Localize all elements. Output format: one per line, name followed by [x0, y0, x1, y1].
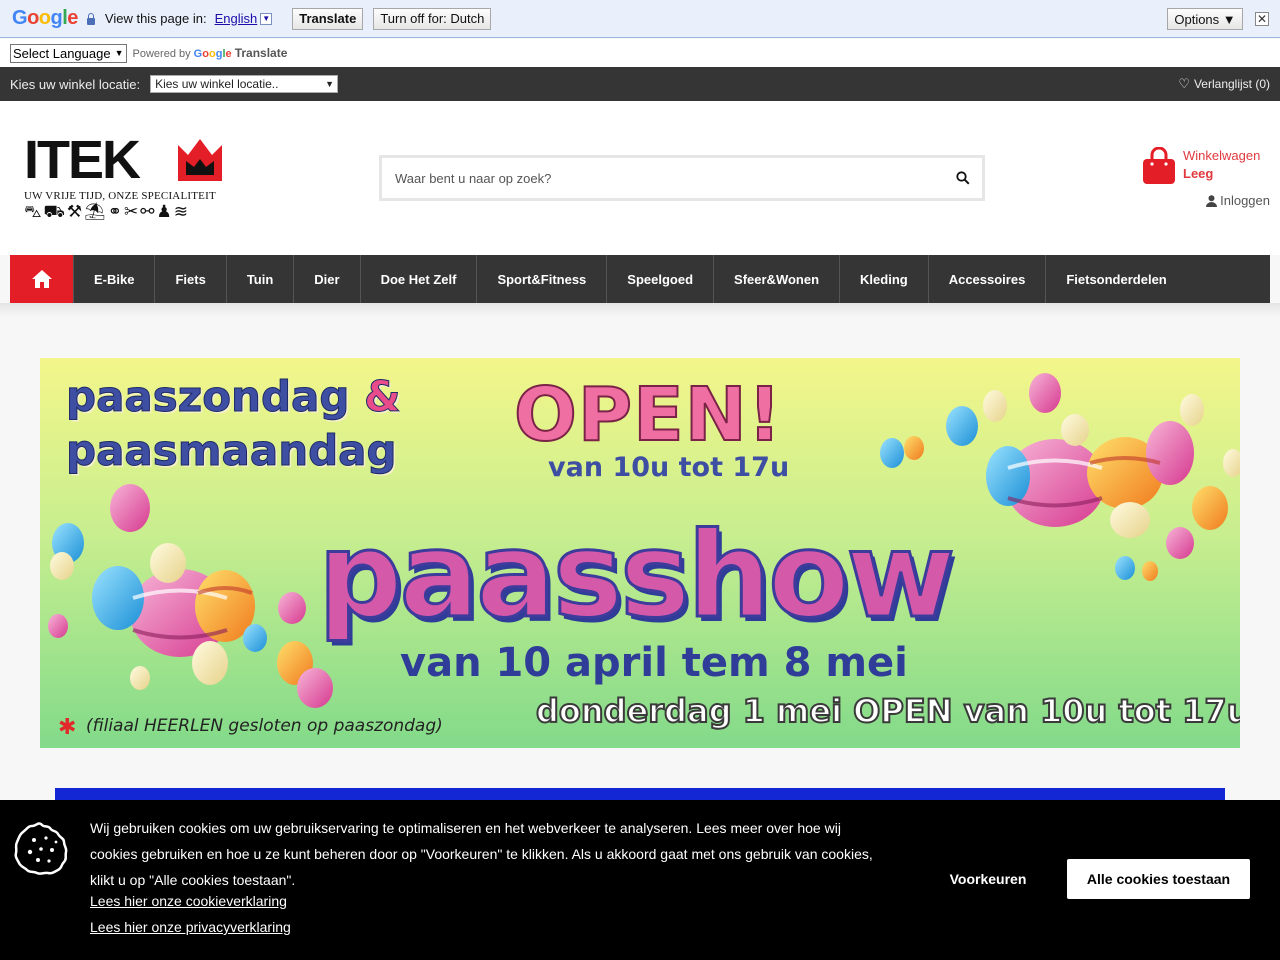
- lock-icon: [86, 12, 96, 25]
- translate-button[interactable]: Translate: [292, 7, 364, 30]
- cart-label: Winkelwagen: [1183, 148, 1261, 163]
- nav-item-fietsonderdelen[interactable]: Fietsonderdelen: [1045, 255, 1186, 303]
- itek-logo[interactable]: ITEK UW VRIJE TIJD, ONZE SPECIALITEIT ⛍ …: [24, 130, 229, 225]
- options-button[interactable]: Options ▼: [1167, 8, 1243, 30]
- accept-all-cookies-button[interactable]: Alle cookies toestaan: [1067, 859, 1250, 899]
- logo-tagline: UW VRIJE TIJD, ONZE SPECIALITEIT: [24, 190, 216, 202]
- select-language-value: Select Language: [13, 45, 111, 61]
- nav-item-e-bike[interactable]: E-Bike: [73, 255, 154, 303]
- heart-icon: ♡: [1178, 76, 1190, 91]
- home-icon: [31, 270, 52, 288]
- nav-item-fiets[interactable]: Fiets: [154, 255, 225, 303]
- banner-dates: van 10 april tem 8 mei: [400, 640, 908, 686]
- banner-open-text: OPEN!: [513, 371, 783, 459]
- login-text: Inloggen: [1220, 193, 1270, 208]
- main-nav: E-Bike Fiets Tuin Dier Doe Het Zelf Spor…: [10, 255, 1270, 303]
- nav-item-kleding[interactable]: Kleding: [839, 255, 928, 303]
- nav-item-tuin[interactable]: Tuin: [225, 255, 293, 303]
- banner-line-paasmaandag: paasmaandag: [66, 426, 398, 476]
- search-input[interactable]: [382, 170, 944, 186]
- cookie-statement-link[interactable]: Lees hier onze cookieverklaring: [90, 893, 287, 909]
- search-box: [379, 155, 985, 201]
- store-location-value: Kies uw winkel locatie..: [155, 77, 279, 91]
- cookie-icon: [14, 822, 68, 875]
- google-translate-bar: Google View this page in: English ▼ Tran…: [0, 0, 1280, 38]
- google-logo-small: Google: [193, 48, 232, 60]
- language-row: Select Language ▼ Powered by Google Tran…: [0, 39, 1280, 67]
- mower-icon: ⚒: [66, 202, 83, 221]
- powered-by-text: Powered by: [132, 48, 191, 60]
- nav-shadow: [0, 303, 1280, 317]
- chevron-down-icon[interactable]: ▼: [260, 12, 273, 25]
- cart-widget[interactable]: Winkelwagen Leeg: [1140, 145, 1270, 189]
- store-location-label: Kies uw winkel locatie:: [10, 76, 141, 92]
- cookie-message: Wij gebruiken cookies om uw gebruikserva…: [90, 820, 873, 888]
- shopping-bag-icon: [1143, 147, 1175, 184]
- cookie-consent-bar: Wij gebruiken cookies om uw gebruikserva…: [0, 800, 1280, 960]
- translate-word: Translate: [234, 46, 288, 60]
- chevron-down-icon: ▼: [325, 79, 335, 89]
- preferences-button[interactable]: Voorkeuren: [930, 859, 1046, 899]
- asterisk-icon: ✱: [58, 714, 77, 739]
- logo-activity-icons: ⛍ ⛟ ⚒ ⛱ ⚭ ✂ ⚯ ♟ ≋: [24, 203, 188, 221]
- banner-thursday-open: donderdag 1 mei OPEN van 10u tot 17u: [535, 691, 1240, 731]
- parasol-icon: ⛱: [84, 202, 106, 221]
- user-icon: [1206, 194, 1218, 207]
- banner-paaszondag-word: paaszondag: [65, 372, 350, 422]
- wishlist-link[interactable]: ♡ Verlanglijst (0): [1178, 76, 1270, 92]
- bicycle-icon: ⚭: [107, 202, 123, 221]
- swim-icon: ≋: [173, 202, 189, 221]
- banner-line-paaszondag: paaszondag &: [65, 372, 402, 422]
- cart-status: Leeg: [1183, 166, 1214, 181]
- nav-item-speelgoed[interactable]: Speelgoed: [606, 255, 713, 303]
- view-page-label: View this page in:: [104, 11, 207, 26]
- nav-item-sport-fitness[interactable]: Sport&Fitness: [476, 255, 606, 303]
- language-link[interactable]: English: [215, 11, 258, 26]
- banner-ampersand: &: [364, 372, 402, 422]
- bike-icon: ⚯: [140, 202, 155, 221]
- nav-home[interactable]: [10, 255, 73, 303]
- chevron-down-icon: ▼: [114, 48, 124, 58]
- banner-heerlen-note: (filiaal HEERLEN gesloten op paaszondag): [86, 716, 443, 736]
- site-header: ITEK UW VRIJE TIJD, ONZE SPECIALITEIT ⛍ …: [0, 101, 1280, 255]
- nav-item-dier[interactable]: Dier: [293, 255, 359, 303]
- wishlist-text: Verlanglijst (0): [1193, 77, 1270, 91]
- language-link-text: English: [214, 11, 258, 26]
- banner-paasshow-title: paasshow: [316, 505, 956, 646]
- nav-item-doe-het-zelf[interactable]: Doe Het Zelf: [359, 255, 477, 303]
- search-button[interactable]: [944, 158, 982, 198]
- store-location-select[interactable]: Kies uw winkel locatie.. ▼: [150, 75, 339, 93]
- logo-text: ITEK: [24, 130, 141, 190]
- shirt-icon: ♟: [156, 202, 172, 221]
- search-icon: [956, 171, 970, 185]
- privacy-statement-link[interactable]: Lees hier onze privacyverklaring: [90, 919, 291, 935]
- store-location-bar: Kies uw winkel locatie: Kies uw winkel l…: [0, 67, 1280, 101]
- banner-hours: van 10u tot 17u: [548, 452, 790, 483]
- login-link[interactable]: Inloggen: [1206, 193, 1270, 208]
- powered-by: Powered by Google Translate: [133, 46, 288, 60]
- turn-off-button[interactable]: Turn off for: Dutch: [373, 7, 492, 30]
- select-language-dropdown[interactable]: Select Language ▼: [10, 43, 127, 63]
- tools-icon: ✂: [124, 202, 139, 221]
- stroller-icon: ⛍: [24, 202, 42, 221]
- crown-icon: [178, 139, 222, 181]
- nav-item-sfeer-wonen[interactable]: Sfeer&Wonen: [713, 255, 839, 303]
- close-icon[interactable]: ✕: [1255, 12, 1269, 26]
- easter-banner[interactable]: paaszondag & paasmaandag OPEN! van 10u t…: [40, 358, 1240, 748]
- google-logo: Google: [12, 7, 78, 29]
- nav-item-accessoires[interactable]: Accessoires: [927, 255, 1046, 303]
- car-icon: ⛟: [43, 202, 65, 221]
